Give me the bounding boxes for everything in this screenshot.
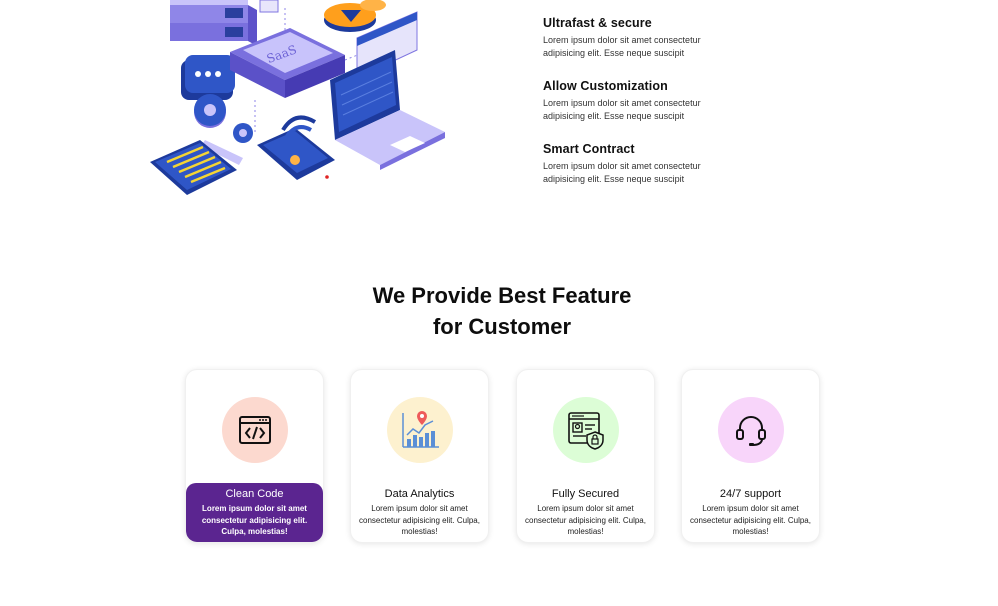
- code-window-icon: [239, 416, 271, 444]
- icon-circle: [553, 397, 619, 463]
- card-body: Data Analytics Lorem ipsum dolor sit ame…: [351, 483, 488, 542]
- notebook-icon: [150, 140, 237, 195]
- section-title-line1: We Provide Best Feature: [372, 283, 632, 308]
- card-title: Fully Secured: [551, 488, 620, 500]
- card-text: Lorem ipsum dolor sit amet consectetur a…: [690, 504, 811, 536]
- card-text: Lorem ipsum dolor sit amet consectetur a…: [359, 504, 480, 536]
- laptop-icon: [330, 50, 445, 170]
- feature-item-ultrafast: Ultrafast & secure Lorem ipsum dolor sit…: [543, 16, 843, 60]
- feature-text: Lorem ipsum dolor sit amet consectetur a…: [543, 161, 701, 184]
- card-title: 24/7 support: [719, 488, 782, 500]
- icon-circle: [222, 397, 288, 463]
- card-body: Clean Code Lorem ipsum dolor sit amet co…: [186, 483, 323, 542]
- play-disk-icon: [324, 0, 386, 32]
- section-title: We Provide Best Feature for Customer: [0, 280, 998, 342]
- card-text: Lorem ipsum dolor sit amet consectetur a…: [525, 504, 646, 536]
- card-text: Lorem ipsum dolor sit amet consectetur a…: [201, 504, 308, 536]
- feature-card-support[interactable]: 24/7 support Lorem ipsum dolor sit amet …: [681, 369, 820, 543]
- server-rack-icon: [170, 0, 257, 46]
- saas-illustration: SaaS: [150, 0, 445, 195]
- section-title-line2: for Customer: [432, 314, 572, 339]
- card-body: 24/7 support Lorem ipsum dolor sit amet …: [682, 483, 819, 542]
- feature-title: Ultrafast & secure: [543, 16, 652, 30]
- chat-bubble-icon: [181, 55, 235, 100]
- card-title: Clean Code: [225, 488, 284, 500]
- analytics-chart-icon: [402, 411, 439, 448]
- feature-item-smart-contract: Smart Contract Lorem ipsum dolor sit ame…: [543, 142, 843, 186]
- feature-card-fully-secured[interactable]: Fully Secured Lorem ipsum dolor sit amet…: [516, 369, 655, 543]
- card-title: Data Analytics: [384, 488, 455, 500]
- feature-card-clean-code[interactable]: Clean Code Lorem ipsum dolor sit amet co…: [185, 369, 324, 543]
- feature-text: Lorem ipsum dolor sit amet consectetur a…: [543, 98, 701, 121]
- icon-circle: [718, 397, 784, 463]
- icon-circle: [387, 397, 453, 463]
- feature-text: Lorem ipsum dolor sit amet consectetur a…: [543, 35, 701, 58]
- gears-icon: [194, 94, 253, 143]
- headset-icon: [736, 416, 766, 446]
- card-body: Fully Secured Lorem ipsum dolor sit amet…: [517, 483, 654, 542]
- phone-wifi-icon: [257, 115, 335, 180]
- feature-title: Smart Contract: [543, 142, 635, 156]
- feature-item-customization: Allow Customization Lorem ipsum dolor si…: [543, 79, 843, 123]
- secure-profile-icon: [568, 412, 604, 450]
- feature-title: Allow Customization: [543, 79, 668, 93]
- feature-card-data-analytics[interactable]: Data Analytics Lorem ipsum dolor sit ame…: [350, 369, 489, 543]
